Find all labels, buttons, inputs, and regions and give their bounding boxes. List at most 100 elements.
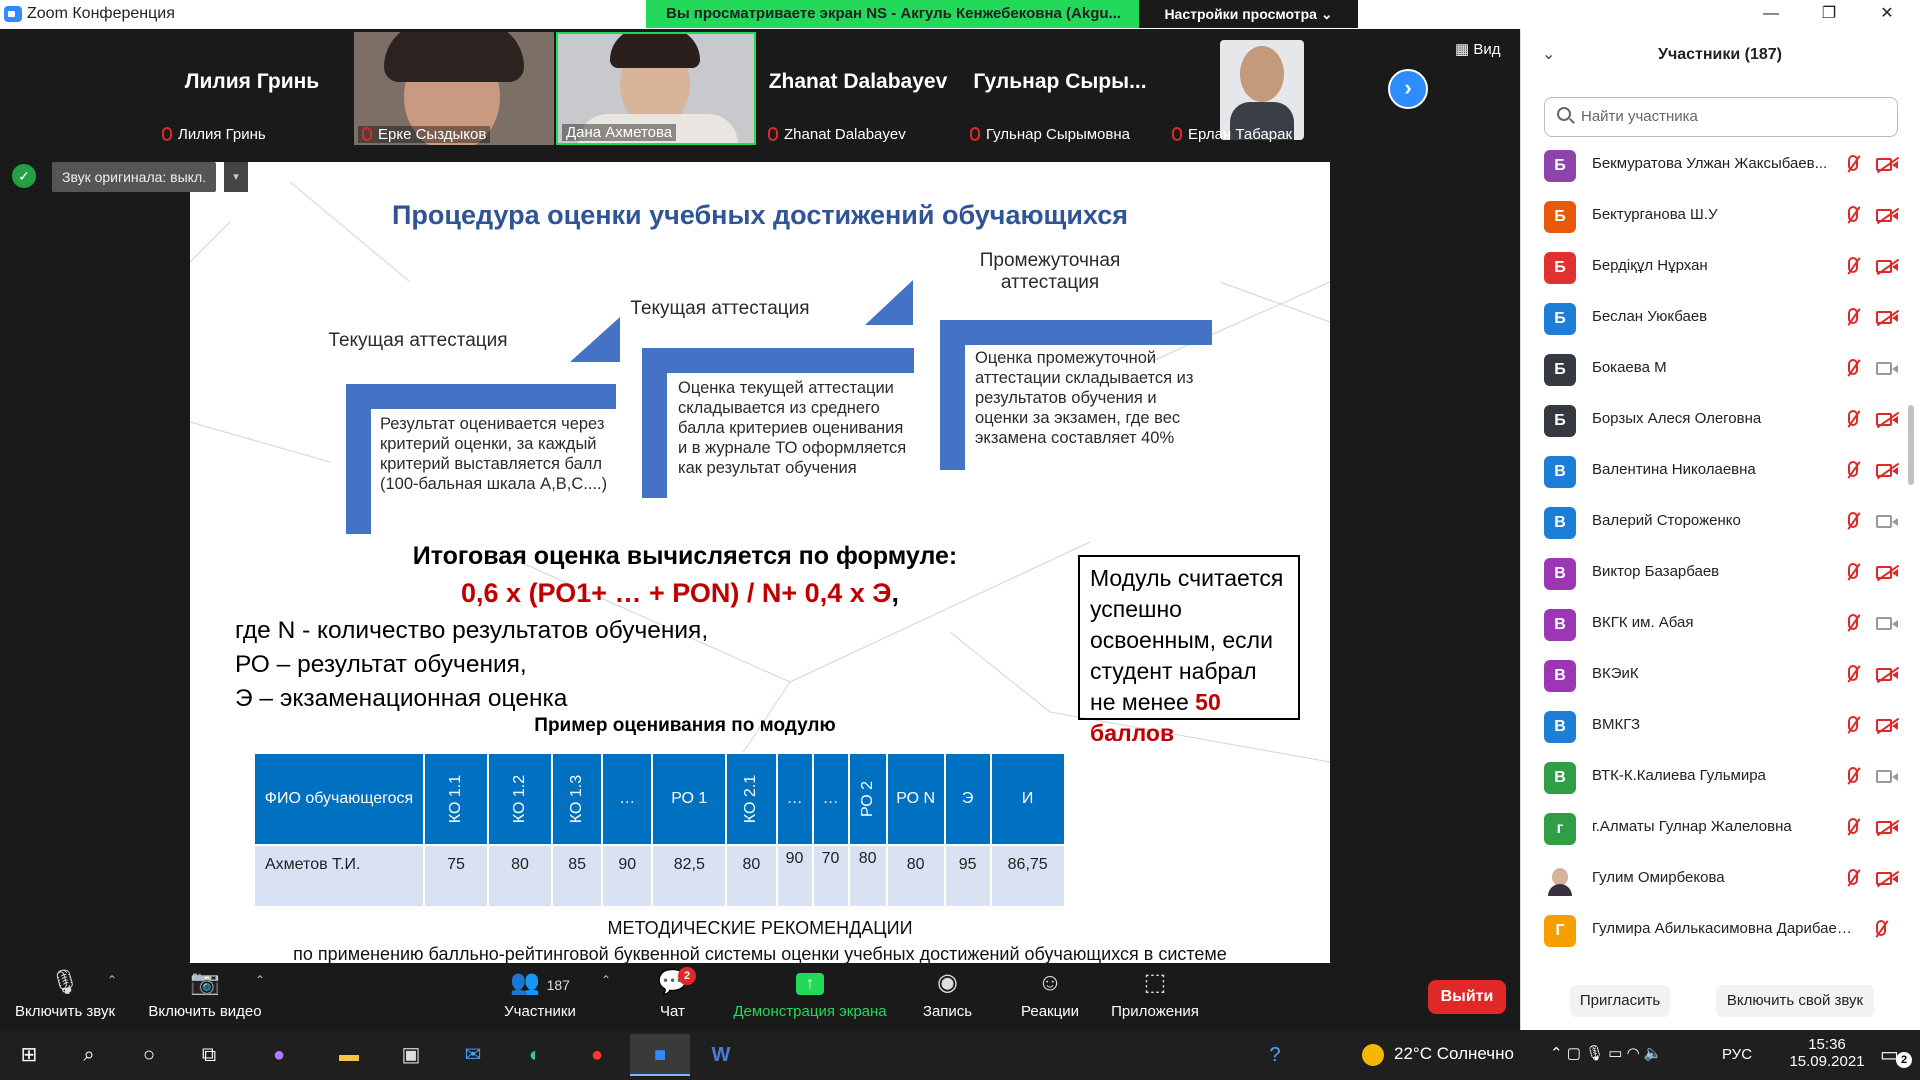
list-item[interactable]: Б Бердіқұл Нұрхан [1520, 242, 1906, 293]
muted-mic-icon[interactable] [1848, 818, 1858, 834]
view-options-dropdown[interactable]: Настройки просмотра ⌄ [1139, 0, 1358, 28]
edge-icon[interactable]: ◐ [518, 1038, 552, 1072]
list-item[interactable]: г г.Алматы Гулнар Жалеловна [1520, 803, 1906, 854]
list-item[interactable]: В ВТК-К.Калиева Гульмира [1520, 752, 1906, 803]
tray-icons[interactable]: ⌃ ▢ 🎙 ▭ ◠ 🔈 [1550, 1044, 1663, 1062]
chevron-up-icon[interactable]: ⌃ [601, 973, 611, 987]
muted-mic-icon[interactable] [1848, 614, 1858, 630]
muted-mic-icon[interactable] [1848, 767, 1858, 783]
chevron-up-icon[interactable]: ⌃ [107, 973, 117, 987]
invite-button[interactable]: Пригласить [1570, 985, 1670, 1017]
video-off-icon[interactable] [1876, 413, 1898, 426]
participants-header: Участники (187) [1657, 46, 1782, 63]
audio-dropdown-icon[interactable]: ▾ [224, 162, 248, 192]
muted-mic-icon[interactable] [1848, 665, 1858, 681]
muted-mic-icon[interactable] [1848, 257, 1858, 273]
list-item[interactable]: В ВКЭиК [1520, 650, 1906, 701]
record-button[interactable]: ◉ Запись [915, 963, 980, 1030]
video-off-icon[interactable] [1876, 209, 1898, 222]
video-off-icon[interactable] [1876, 719, 1898, 732]
muted-mic-icon[interactable] [1848, 461, 1858, 477]
participant-tile-active[interactable]: Дана Ахметова [556, 32, 756, 145]
mail-icon[interactable]: ✉ [456, 1038, 490, 1072]
close-button[interactable]: ✕ [1864, 0, 1910, 29]
share-screen-button[interactable]: ↑ Демонстрация экрана [725, 963, 895, 1030]
zoom-taskbar-icon[interactable]: ■ [630, 1034, 690, 1076]
maximize-button[interactable]: ❐ [1806, 0, 1852, 29]
clock[interactable]: 15:36 15.09.2021 [1787, 1036, 1867, 1070]
muted-mic-icon[interactable] [1848, 308, 1858, 324]
video-off-icon[interactable] [1876, 464, 1898, 477]
view-button[interactable]: ▦ Вид [1455, 40, 1500, 58]
stage-heading: Текущая аттестация [630, 298, 810, 319]
list-item[interactable]: В ВМКГЗ [1520, 701, 1906, 752]
participant-search-input[interactable]: Найти участника [1544, 97, 1898, 137]
chat-badge: 2 [678, 967, 696, 985]
video-icon[interactable] [1876, 362, 1898, 375]
video-icon[interactable] [1876, 770, 1898, 783]
muted-mic-icon[interactable] [1876, 920, 1886, 936]
list-item[interactable]: В Виктор Базарбаев [1520, 548, 1906, 599]
participant-tile[interactable]: Гульнар Сыры... Гульнар Сырымовна [960, 32, 1160, 145]
video-off-icon[interactable] [1876, 821, 1898, 834]
participant-tile[interactable]: Лилия Гринь Лилия Гринь [152, 32, 352, 145]
original-audio-button[interactable]: Звук оригинала: выкл. [52, 162, 217, 192]
video-off-icon[interactable] [1876, 872, 1898, 885]
chat-button[interactable]: 💬 Чат 2 [640, 963, 705, 1030]
muted-mic-icon[interactable] [1848, 512, 1858, 528]
muted-mic-icon[interactable] [1848, 716, 1858, 732]
muted-mic-icon[interactable] [1848, 155, 1858, 171]
participant-tile[interactable]: Ерке Сыздыков [354, 32, 554, 145]
list-item[interactable]: Б Беслан Уюкбаев [1520, 293, 1906, 344]
video-off-icon[interactable] [1876, 158, 1898, 171]
list-item[interactable]: Б Бекмуратова Улжан Жаксыбаев... [1520, 140, 1906, 191]
muted-mic-icon[interactable] [1848, 206, 1858, 222]
minimize-button[interactable]: — [1748, 0, 1794, 29]
search-icon[interactable]: ⌕ [72, 1038, 106, 1072]
security-shield-icon[interactable]: ✓ [12, 164, 36, 188]
unmute-button[interactable]: 🎙 Включить звук [10, 963, 120, 1030]
muted-mic-icon[interactable] [1848, 869, 1858, 885]
app-icon[interactable]: ● [262, 1038, 296, 1072]
video-off-icon[interactable] [1876, 260, 1898, 273]
reactions-button[interactable]: ☺ Реакции [1010, 963, 1090, 1030]
muted-mic-icon[interactable] [1848, 359, 1858, 375]
cortana-icon[interactable]: ○ [132, 1038, 166, 1072]
video-off-icon[interactable] [1876, 566, 1898, 579]
list-item[interactable]: В Валерий Стороженко [1520, 497, 1906, 548]
windows-start-icon[interactable]: ⊞ [12, 1038, 46, 1072]
list-item[interactable]: В ВКГК им. Абая [1520, 599, 1906, 650]
weather-text[interactable]: 22°C Солнечно [1394, 1044, 1514, 1064]
yandex-browser-icon[interactable]: ● [580, 1038, 614, 1072]
list-item[interactable]: Б Бокаева М [1520, 344, 1906, 395]
slide-title: Процедура оценки учебных достижений обуч… [391, 200, 1129, 230]
video-off-icon[interactable] [1876, 668, 1898, 681]
participants-button[interactable]: 👥 187 Участники [495, 963, 585, 1030]
list-item[interactable]: Гулим Омирбекова [1520, 854, 1906, 905]
leave-button[interactable]: Выйти [1428, 980, 1506, 1014]
list-item[interactable]: Б Бектурганова Ш.У [1520, 191, 1906, 242]
start-video-button[interactable]: 📷 Включить видео [140, 963, 270, 1030]
file-explorer-icon[interactable]: ▬ [332, 1038, 366, 1072]
list-item[interactable]: В Валентина Николаевна [1520, 446, 1906, 497]
video-icon[interactable] [1876, 617, 1898, 630]
participants-scrollbar[interactable] [1908, 405, 1914, 485]
list-item[interactable]: Г Гулмира Абилькасимовна Дарибаев... [1520, 905, 1906, 950]
video-off-icon[interactable] [1876, 311, 1898, 324]
word-icon[interactable]: W [704, 1038, 738, 1072]
apps-button[interactable]: ⬚ Приложения [1100, 963, 1210, 1030]
next-page-arrow-icon[interactable]: › [1388, 69, 1428, 109]
chevron-up-icon[interactable]: ⌃ [255, 973, 265, 987]
participant-tile[interactable]: Zhanat Dalabayev Zhanat Dalabayev [758, 32, 958, 145]
help-icon[interactable]: ? [1258, 1038, 1292, 1072]
video-icon[interactable] [1876, 515, 1898, 528]
muted-mic-icon[interactable] [1848, 410, 1858, 426]
task-view-icon[interactable]: ⧉ [192, 1038, 226, 1072]
unmute-self-button[interactable]: Включить свой звук [1716, 985, 1874, 1017]
store-icon[interactable]: ▣ [394, 1038, 428, 1072]
participant-tile[interactable]: Ерлан Табарак [1162, 32, 1362, 145]
list-item[interactable]: Б Борзых Алеся Олеговна [1520, 395, 1906, 446]
language-indicator[interactable]: РУС [1722, 1046, 1752, 1063]
stage-text: Оценка текущей аттестации складывается и… [678, 379, 907, 477]
muted-mic-icon[interactable] [1848, 563, 1858, 579]
